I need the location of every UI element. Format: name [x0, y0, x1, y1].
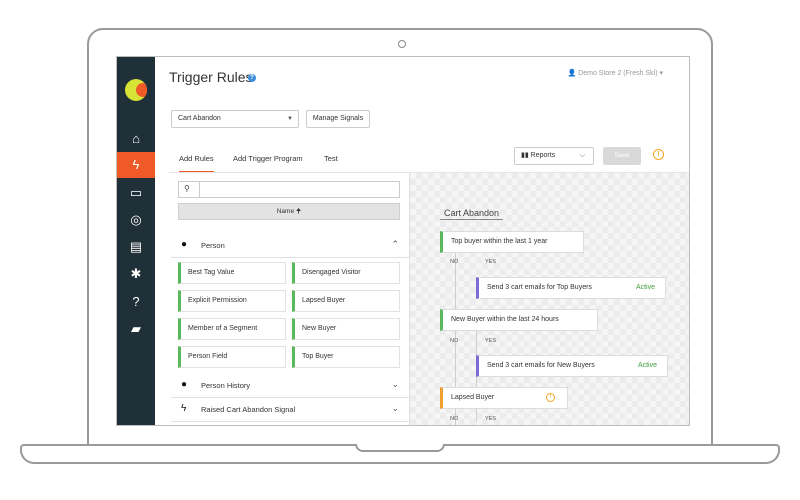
group-person-history[interactable]: ● Person History ⌄ [171, 375, 409, 398]
chevron-down-icon: ⌵ [579, 152, 585, 159]
branch-yes-label: YES [485, 416, 497, 422]
reports-label: Reports [530, 152, 556, 159]
tab-add-rules[interactable]: Add Rules [179, 154, 214, 173]
manage-signals-button[interactable]: Manage Signals [306, 110, 370, 128]
target-icon[interactable]: ◎ [117, 207, 155, 233]
laptop-notch [355, 444, 445, 452]
flow-rule-node[interactable]: Lapsed Buyer ! [440, 387, 568, 409]
bar-chart-icon: ▮▮ [521, 152, 529, 159]
chevron-down-icon: ⌄ [391, 379, 399, 389]
rule-item[interactable]: Person Field [178, 346, 286, 368]
warning-icon[interactable]: ! [653, 149, 664, 160]
person-icon: ● [181, 239, 188, 250]
branch-yes-label: YES [485, 338, 497, 344]
account-menu[interactable]: 👤 Demo Store 2 (Fresh Skl) ▾ [568, 69, 664, 77]
search-field[interactable]: ⚲ [178, 181, 400, 198]
tab-add-trigger-program[interactable]: Add Trigger Program [233, 154, 303, 163]
account-label: Demo Store 2 (Fresh Skl) [578, 70, 658, 77]
page-title: Trigger Rules [169, 69, 253, 85]
camera [398, 40, 406, 48]
node-label: Send 3 cart emails for New Buyers [487, 362, 595, 369]
clipboard-icon[interactable]: ▤ [117, 234, 155, 260]
program-select-value: Cart Abandon [178, 115, 221, 122]
help-icon[interactable]: ? [117, 289, 155, 315]
gear-icon[interactable]: ✱ [117, 261, 155, 287]
rule-item[interactable]: New Buyer [292, 318, 400, 340]
flow-action-node[interactable]: Send 3 cart emails for Top Buyers Active [476, 277, 666, 299]
group-person[interactable]: ● Person ⌃ [171, 235, 409, 258]
bolt-icon[interactable]: ϟ [117, 152, 155, 178]
node-label: Lapsed Buyer [451, 394, 495, 401]
search-icon: ⚲ [184, 184, 190, 193]
rule-item[interactable]: Top Buyer [292, 346, 400, 368]
flow-action-node[interactable]: Send 3 cart emails for New Buyers Active [476, 355, 668, 377]
chevron-up-icon: ⌃ [391, 239, 399, 249]
group-label: Raised Cart Abandon Signal [201, 405, 296, 414]
sort-by-name-button[interactable]: Name 🠉 [178, 203, 400, 220]
branch-no-label: NO [450, 338, 459, 344]
branch-yes-label: YES [485, 259, 497, 265]
flow-title: Cart Abandon [440, 207, 504, 220]
program-select[interactable]: Cart Abandon ▼ [171, 110, 299, 128]
folder-icon[interactable]: ▰ [117, 316, 155, 342]
home-icon[interactable]: ⌂ [117, 126, 155, 152]
save-button[interactable]: Save [603, 147, 641, 165]
bolt-icon: ϟ [181, 403, 187, 414]
flow-rule-node[interactable]: Top buyer within the last 1 year [440, 231, 584, 253]
search-divider [199, 182, 200, 197]
group-label: Person [201, 241, 225, 250]
node-label: Send 3 cart emails for Top Buyers [487, 284, 592, 291]
card-icon[interactable]: ▭ [117, 180, 155, 206]
rule-item[interactable]: Best Tag Value [178, 262, 286, 284]
rule-item[interactable]: Lapsed Buyer [292, 290, 400, 312]
branch-no-label: NO [450, 416, 459, 422]
rule-item[interactable]: Disengaged Visitor [292, 262, 400, 284]
chevron-down-icon: ▾ [659, 70, 663, 77]
warning-icon: ! [546, 393, 555, 402]
sidebar: ⌂ ϟ ▭ ◎ ▤ ✱ ? ▰ [117, 57, 155, 425]
chevron-down-icon: ⌄ [391, 403, 399, 413]
group-label: Person History [201, 381, 251, 390]
help-icon[interactable]: ? [248, 74, 256, 82]
flow-canvas[interactable]: Cart Abandon Top buyer within the last 1… [410, 173, 689, 425]
group-raised-signal[interactable]: ϟ Raised Cart Abandon Signal ⌄ [171, 399, 409, 422]
branch-no-label: NO [450, 259, 459, 265]
flow-rule-node[interactable]: New Buyer within the last 24 hours [440, 309, 598, 331]
person-history-icon: ● [181, 379, 188, 390]
app-screen: ⌂ ϟ ▭ ◎ ▤ ✱ ? ▰ Trigger Rules ? 👤 Demo S… [116, 56, 690, 426]
tab-test[interactable]: Test [324, 154, 338, 163]
status-badge: Active [635, 284, 655, 291]
reports-dropdown[interactable]: ▮▮ Reports ⌵ [514, 147, 594, 165]
rules-panel: ⚲ Name 🠉 ● Person ⌃ Best Tag Value Disen… [171, 173, 410, 425]
rule-item[interactable]: Explicit Permission [178, 290, 286, 312]
status-badge: Active [637, 362, 657, 369]
user-icon: 👤 [567, 70, 577, 77]
rule-item[interactable]: Member of a Segment [178, 318, 286, 340]
logo [125, 79, 147, 101]
chevron-down-icon: ▼ [287, 116, 293, 122]
